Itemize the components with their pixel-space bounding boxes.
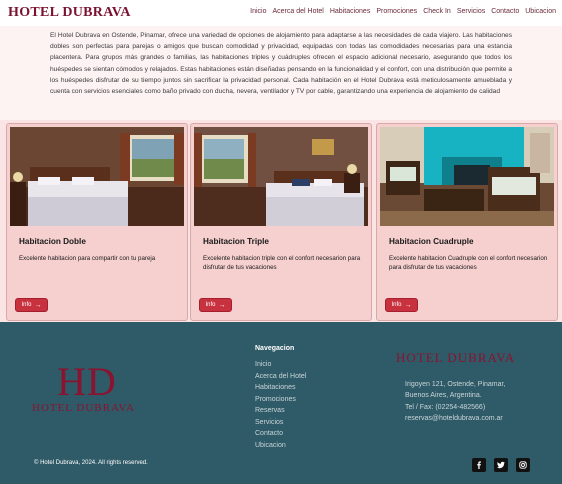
nav-link-acerca[interactable]: Acerca del Hotel <box>273 8 324 15</box>
room-description: Excelente habitacion triple con el confo… <box>203 255 361 271</box>
footer-link-inicio[interactable]: Inicio <box>255 359 306 371</box>
footer-contact: Irigoyen 121, Ostende, Pinamar, Buenos A… <box>405 379 505 424</box>
info-button-cuadruple[interactable]: Info → <box>385 298 418 312</box>
footer-nav-title: Navegacion <box>255 345 295 352</box>
arrow-right-icon: → <box>218 301 226 309</box>
info-button-label: Info <box>205 302 216 308</box>
nav-link-check-in[interactable]: Check In <box>423 8 451 15</box>
nav-link-ubicacion[interactable]: Ubicacion <box>525 8 556 15</box>
footer-link-habitaciones[interactable]: Habitaciones <box>255 382 306 394</box>
room-title: Habitacion Doble <box>19 237 86 246</box>
arrow-right-icon: → <box>404 301 412 309</box>
footer-link-acerca[interactable]: Acerca del Hotel <box>255 371 306 383</box>
footer-link-contacto[interactable]: Contacto <box>255 428 306 440</box>
footer-logo-text: HOTEL DUBRAVA <box>32 402 135 414</box>
room-description: Excelente habitacion para compartir con … <box>19 255 156 262</box>
nav-link-promociones[interactable]: Promociones <box>376 8 417 15</box>
info-button-label: Info <box>391 302 402 308</box>
intro-section: El Hotel Dubrava en Ostende, Pinamar, of… <box>0 26 562 120</box>
rooms-section: Habitacion Doble Excelente habitacion pa… <box>0 120 562 322</box>
footer-logo-initials: HD <box>57 359 117 404</box>
main-nav: Inicio Acerca del Hotel Habitaciones Pro… <box>250 8 556 15</box>
site-header: HOTEL DUBRAVA Inicio Acerca del Hotel Ha… <box>0 0 562 26</box>
info-button-doble[interactable]: Info → <box>15 298 48 312</box>
nav-link-habitaciones[interactable]: Habitaciones <box>330 8 370 15</box>
nav-link-inicio[interactable]: Inicio <box>250 8 266 15</box>
info-button-label: Info <box>21 302 32 308</box>
nav-link-contacto[interactable]: Contacto <box>491 8 519 15</box>
footer-nav: Inicio Acerca del Hotel Habitaciones Pro… <box>255 359 306 451</box>
room-description: Excelente habitacion Cuadruple con el co… <box>389 255 548 271</box>
footer-brand: HOTEL DUBRAVA <box>396 350 516 365</box>
contact-address: Irigoyen 121, Ostende, Pinamar, <box>405 381 506 388</box>
room-title: Habitacion Triple <box>203 237 269 246</box>
site-footer: HD HOTEL DUBRAVA Navegacion Inicio Acerc… <box>0 322 562 484</box>
nav-link-servicios[interactable]: Servicios <box>457 8 485 15</box>
contact-phone: Tel / Fax: (02254-482566) <box>405 403 486 411</box>
footer-link-servicios[interactable]: Servicios <box>255 417 306 429</box>
footer-link-ubicacion[interactable]: Ubicacion <box>255 440 306 452</box>
room-card-doble: Habitacion Doble Excelente habitacion pa… <box>6 123 188 321</box>
brand-logo[interactable]: HOTEL DUBRAVA <box>8 5 131 21</box>
room-title: Habitacion Cuadruple <box>389 237 474 246</box>
room-card-cuadruple: Habitacion Cuadruple Excelente habitacio… <box>376 123 558 321</box>
contact-city: Buenos Aires, Argentina. <box>405 392 482 400</box>
room-photo-cuadruple <box>380 127 554 226</box>
twitter-icon[interactable] <box>494 458 508 472</box>
info-button-triple[interactable]: Info → <box>199 298 232 312</box>
contact-email[interactable]: reservas@hoteldubrava.com.ar <box>405 413 505 424</box>
room-photo-doble <box>10 127 184 226</box>
facebook-icon[interactable] <box>472 458 486 472</box>
room-photo-triple <box>194 127 368 226</box>
arrow-right-icon: → <box>34 301 42 309</box>
copyright-text: © Hotel Dubrava, 2024. All rights reserv… <box>34 460 148 466</box>
instagram-icon[interactable] <box>516 458 530 472</box>
footer-link-promociones[interactable]: Promociones <box>255 394 306 406</box>
footer-link-reservas[interactable]: Reservas <box>255 405 306 417</box>
intro-text: El Hotel Dubrava en Ostende, Pinamar, of… <box>50 32 512 96</box>
room-card-triple: Habitacion Triple Excelente habitacion t… <box>190 123 372 321</box>
